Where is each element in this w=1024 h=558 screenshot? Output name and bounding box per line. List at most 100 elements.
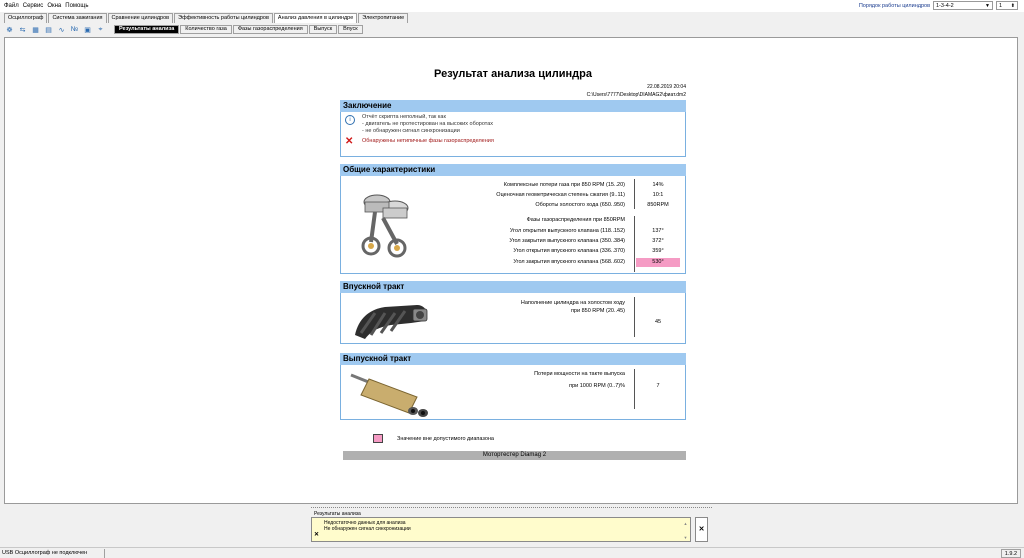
tab-ignition[interactable]: Система зажигания xyxy=(48,13,107,23)
conclusion-line: - не обнаружен сигнал синхронизации xyxy=(362,128,460,134)
exhaust-header: Выпускной тракт xyxy=(340,353,686,365)
menu-service[interactable]: Сервис xyxy=(23,3,44,9)
log-line: Не обнаружен сигнал синхронизации xyxy=(324,526,411,532)
conclusion-box: i Отчёт скрипта неполный, так как - двиг… xyxy=(340,112,686,157)
report-footer: Мотортестер Diamag 2 xyxy=(343,451,686,460)
cylinder-wave-icon[interactable]: ☸ xyxy=(4,25,15,35)
tab-analysis-results[interactable]: Результаты анализа xyxy=(114,25,180,34)
general-box: Комплексные потери газа при 850 RPM (15.… xyxy=(340,176,686,274)
report-title: Результат анализа цилиндра xyxy=(434,68,592,80)
tab-pressure-analysis[interactable]: Анализ давления в цилиндре xyxy=(273,13,358,23)
exhaust-value: 7 xyxy=(656,383,660,389)
intake-value: 45 xyxy=(654,319,662,325)
row-value: 372° xyxy=(652,238,664,244)
menu-bar: Файл Сервис Окна Помощь Порядок работы ц… xyxy=(0,0,1024,12)
dismiss-icon[interactable]: ✕ xyxy=(314,531,319,538)
cylinder-select[interactable]: 1 ⬍ xyxy=(996,1,1018,10)
table-row: Оценочная геометрическая степень сжатия … xyxy=(341,191,685,200)
cylinder-order-label: Порядок работы цилиндров xyxy=(858,2,930,9)
transfer-icon[interactable]: ⇆ xyxy=(17,25,28,35)
tab-power-supply[interactable]: Электропитание xyxy=(358,13,409,23)
row-label: Угол открытия выпускного клапана (118..1… xyxy=(509,228,625,234)
conclusion-line: Отчёт скрипта неполный, так как xyxy=(362,114,446,120)
exhaust-label-1: Потери мощности на такте выпуска xyxy=(534,371,625,377)
spin-icon: ⬍ xyxy=(1010,2,1015,9)
row-label: Фазы газораспределения при 850RPM xyxy=(526,217,625,223)
splitter[interactable] xyxy=(311,507,712,510)
tab-cylinder-compare[interactable]: Сравнение цилиндров xyxy=(107,13,174,23)
tab-valve-timing[interactable]: Фазы газораспределения xyxy=(232,25,308,34)
toolbar: ☸ ⇆ ▦ ▤ ∿ № ▣ ⌖ Результаты анализа Колич… xyxy=(4,24,364,35)
row-value: 10:1 xyxy=(652,192,664,198)
conclusion-warning: Обнаружены нетипичные фазы газораспредел… xyxy=(362,138,494,144)
table-row: Угол открытия выпускного клапана (118..1… xyxy=(341,227,685,236)
row-value-out-of-range: 530° xyxy=(636,258,680,267)
cylinder-value: 1 xyxy=(999,2,1003,9)
table-row: Фазы газораспределения при 850RPM xyxy=(341,216,685,225)
log-scrollbar[interactable]: ▲ ▼ xyxy=(683,521,688,540)
intake-label-1: Наполнение цилиндра на холостом ходу xyxy=(520,300,625,306)
table-row: Угол закрытия впускного клапана (568..60… xyxy=(341,258,685,267)
row-label: Оценочная геометрическая степень сжатия … xyxy=(496,192,625,198)
intake-label-2: при 850 RPM (20..45) xyxy=(570,308,625,314)
info-icon: i xyxy=(345,115,355,125)
row-value: 137° xyxy=(652,228,664,234)
table-row: Обороты холостого хода (650..950) 850RPM xyxy=(341,201,685,210)
report-file-path: C:\Users\7777\Desktop\DIAMAG2\фиат.dm2 xyxy=(586,92,686,98)
table-row: Комплексные потери газа при 850 RPM (15.… xyxy=(341,181,685,190)
table-row: при 850 RPM (20..45) xyxy=(341,307,685,316)
status-bar: USB Осциллограф не подключен 1.9.2 xyxy=(0,547,1024,558)
menu-help[interactable]: Помощь xyxy=(65,3,88,9)
row-label: Угол закрытия впускного клапана (568..60… xyxy=(513,259,625,265)
report-date: 22.08.2019 20:04 xyxy=(647,84,686,90)
table-row: 45 xyxy=(341,318,685,327)
status-text: USB Осциллограф не подключен xyxy=(2,550,88,556)
cylinder-order-value: 1-3-4-2 xyxy=(936,2,954,9)
row-value: 850RPM xyxy=(647,202,669,208)
table-row: Угол закрытия выпускного клапана (350..3… xyxy=(341,237,685,246)
report: Результат анализа цилиндра 22.08.2019 20… xyxy=(340,38,686,460)
ruler-icon[interactable]: ⌖ xyxy=(95,25,106,35)
log-box: Недостаточно данных для анализа Не обнар… xyxy=(311,517,691,542)
tab-exhaust[interactable]: Выпуск xyxy=(308,25,338,34)
intake-header: Впускной тракт xyxy=(340,281,686,293)
version-label: 1.9.2 xyxy=(1000,549,1021,558)
error-icon: ✕ xyxy=(345,136,354,147)
menu-file[interactable]: Файл xyxy=(4,3,19,9)
general-header: Общие характеристики xyxy=(340,164,686,176)
legend: Значение вне допустимого диапазона xyxy=(373,434,719,443)
row-label: Обороты холостого хода (650..950) xyxy=(535,202,625,208)
table-row: Угол открытия впускного клапана (336..37… xyxy=(341,247,685,256)
exhaust-box: Потери мощности на такте выпуска при 100… xyxy=(340,365,686,420)
numbers-icon[interactable]: № xyxy=(69,25,80,35)
cylinder-order-select[interactable]: 1-3-4-2 ▼ xyxy=(933,1,993,10)
line-chart-icon[interactable]: ∿ xyxy=(56,25,67,35)
status-separator xyxy=(104,549,105,558)
table-row: Потери мощности на такте выпуска xyxy=(341,370,685,379)
tab-cylinder-efficiency[interactable]: Эффективность работы цилиндров xyxy=(174,13,273,23)
row-label: Угол закрытия выпускного клапана (350..3… xyxy=(509,238,625,244)
tab-gas-amount[interactable]: Количество газа xyxy=(180,25,232,34)
intake-box: Наполнение цилиндра на холостом ходу при… xyxy=(340,293,686,344)
chevron-down-icon: ▼ xyxy=(985,2,990,9)
tab-intake[interactable]: Впуск xyxy=(338,25,363,34)
cylinder-order: Порядок работы цилиндров 1-3-4-2 ▼ 1 ⬍ xyxy=(859,1,1018,10)
table-row: при 1000 RPM (0..7)% 7 xyxy=(341,382,685,391)
conclusion-header: Заключение xyxy=(340,100,686,112)
chart-bars-icon[interactable]: ▦ xyxy=(30,25,41,35)
chart-compare-icon[interactable]: ▤ xyxy=(43,25,54,35)
main-tabs: Осциллограф Система зажигания Сравнение … xyxy=(4,13,409,23)
tab-oscilloscope[interactable]: Осциллограф xyxy=(4,13,48,23)
log-panel: Результаты анализа Недостаточно данных д… xyxy=(311,507,712,543)
log-close-button[interactable]: ✕ xyxy=(695,517,708,542)
row-value: 14% xyxy=(652,182,664,188)
conclusion-line: - двигатель не протестирован на высоких … xyxy=(362,121,494,127)
out-of-range-swatch xyxy=(373,434,383,443)
row-label: Комплексные потери газа при 850 RPM (15.… xyxy=(503,182,625,188)
report-panel: Результат анализа цилиндра 22.08.2019 20… xyxy=(4,37,1018,504)
legend-label: Значение вне допустимого диапазона xyxy=(397,435,494,442)
menu-windows[interactable]: Окна xyxy=(47,3,61,9)
row-label: Угол открытия впускного клапана (336..37… xyxy=(513,248,625,254)
save-icon[interactable]: ▣ xyxy=(82,25,93,35)
exhaust-label-2: при 1000 RPM (0..7)% xyxy=(569,383,625,389)
